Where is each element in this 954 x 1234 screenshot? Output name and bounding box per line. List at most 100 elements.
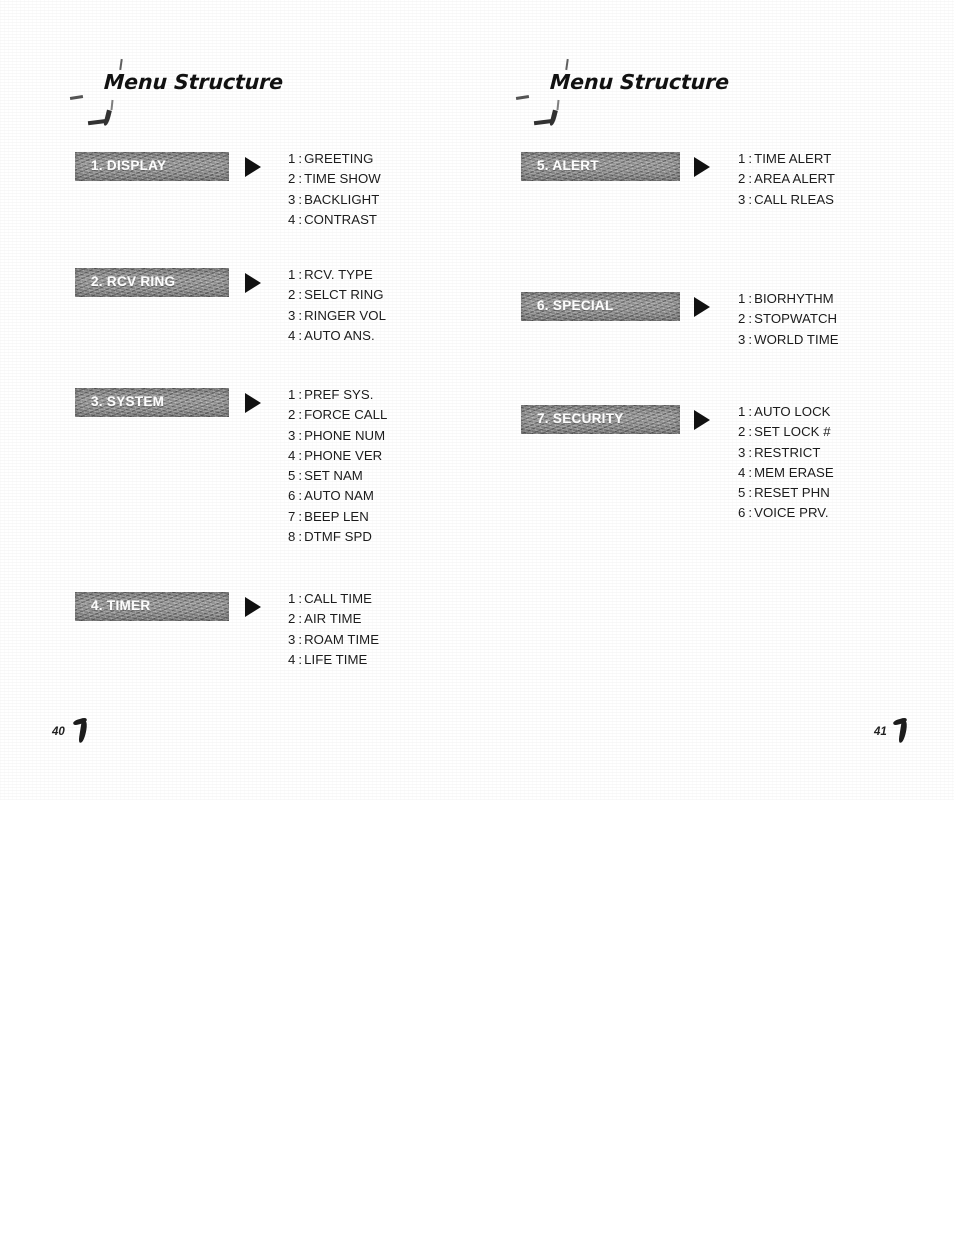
menu-item[interactable]: 1: RCV. TYPE <box>288 265 386 285</box>
menu-item[interactable]: 2: STOPWATCH <box>738 309 839 329</box>
menu-group-header-bar[interactable]: 4. TIMER <box>75 592 229 621</box>
menu-item-separator: : <box>748 151 753 166</box>
menu-item-separator: : <box>298 191 303 207</box>
scan-artifact-dash-icon <box>69 95 84 100</box>
menu-item-separator: : <box>298 211 303 227</box>
folio-ornament-icon <box>889 716 915 748</box>
menu-item[interactable]: 3: BACKLIGHT <box>288 190 381 210</box>
menu-item[interactable]: 3: RINGER VOL <box>288 306 386 326</box>
menu-item-separator: : <box>748 171 753 187</box>
menu-item-label: AREA ALERT <box>754 171 835 187</box>
menu-item-separator: : <box>298 611 303 627</box>
menu-item[interactable]: 3: RESTRICT <box>738 443 834 463</box>
menu-item-label: BEEP LEN <box>304 508 369 524</box>
menu-item[interactable]: 2: AREA ALERT <box>738 169 835 189</box>
menu-group-header-bar[interactable]: 3. SYSTEM <box>75 388 229 417</box>
menu-group-header-bar[interactable]: 2. RCV RING <box>75 268 229 297</box>
manual-page-left: Menu Structure 1. DISPLAY 1: GREETING 2:T… <box>46 0 486 800</box>
menu-item-label: SET LOCK # <box>754 424 831 440</box>
menu-item-label: FORCE CALL <box>304 407 388 423</box>
scan-artifact-dash-icon <box>515 95 530 100</box>
menu-item-list: 1: PREF SYS. 2: FORCE CALL 3: PHONE NUM 4:P… <box>288 385 387 547</box>
menu-group-label: 5. ALERT <box>537 158 599 173</box>
menu-group-header-bar[interactable]: 7. SECURITY <box>521 405 680 434</box>
menu-group-label: 2. RCV RING <box>91 274 176 289</box>
menu-item[interactable]: 6: VOICE PRV. <box>738 503 834 523</box>
menu-item[interactable]: 1: CALL TIME <box>288 589 379 609</box>
menu-item-label: STOPWATCH <box>754 311 838 327</box>
menu-item-separator: : <box>748 424 753 440</box>
menu-item[interactable]: 4: AUTO ANS. <box>288 326 386 346</box>
menu-item[interactable]: 3: CALL RLEAS <box>738 190 835 210</box>
menu-item[interactable]: 1: BIORHYTHM <box>738 289 839 309</box>
menu-item-separator: : <box>748 404 753 419</box>
menu-item[interactable]: 2: AIR TIME <box>288 609 379 629</box>
page-number-right: 41 <box>872 718 942 752</box>
scanned-manual-page: Menu Structure 1. DISPLAY 1: GREETING 2:T… <box>0 0 954 1234</box>
menu-item-list: 1: GREETING 2: TIME SHOW 3: BACKLIGHT 4: CON… <box>288 149 381 230</box>
menu-item[interactable]: 2: TIME SHOW <box>288 169 381 189</box>
menu-item-label: PHONE VER <box>304 447 383 463</box>
menu-item-label: VOICE PRV. <box>754 505 829 521</box>
menu-group-header-bar[interactable]: 6. SPECIAL <box>521 292 680 321</box>
menu-item[interactable]: 3: WORLD TIME <box>738 330 839 350</box>
menu-item[interactable]: 4: LIFE TIME <box>288 650 379 670</box>
scan-artifact-tick-icon <box>565 58 569 71</box>
menu-item-separator: : <box>298 387 303 402</box>
menu-item[interactable]: 5: RESET PHN <box>738 483 834 503</box>
menu-item-separator: : <box>748 311 753 327</box>
menu-item-label: PREF SYS. <box>304 387 374 402</box>
menu-item-label: CALL RLEAS <box>754 191 835 207</box>
menu-item[interactable]: 1: GREETING <box>288 149 381 169</box>
scan-artifact-tick-lower-icon <box>110 99 114 111</box>
menu-item[interactable]: 7: BEEP LEN <box>288 507 387 527</box>
menu-item[interactable]: 1: AUTO LOCK <box>738 402 834 422</box>
menu-item-label: AUTO LOCK <box>754 404 831 419</box>
right-triangle-icon <box>245 393 261 413</box>
scan-artifact-tick-icon <box>119 58 123 71</box>
menu-item-separator: : <box>298 591 303 606</box>
menu-item[interactable]: 4: CONTRAST <box>288 210 381 230</box>
menu-item[interactable]: 3: ROAM TIME <box>288 630 379 650</box>
menu-item[interactable]: 4: MEM ERASE <box>738 463 834 483</box>
menu-item[interactable]: 2: FORCE CALL <box>288 405 387 425</box>
menu-item-separator: : <box>748 505 753 521</box>
menu-item[interactable]: 4: PHONE VER <box>288 446 387 466</box>
menu-item-label: RESET PHN <box>754 485 830 501</box>
scan-artifact-hook-icon <box>88 116 118 125</box>
menu-item-label: PHONE NUM <box>304 427 386 443</box>
menu-item[interactable]: 1: TIME ALERT <box>738 149 835 169</box>
menu-item-label: WORLD TIME <box>754 331 839 347</box>
scan-artifact-hook-icon <box>534 116 564 125</box>
menu-item-separator: : <box>298 267 303 282</box>
menu-item-label: AIR TIME <box>304 611 362 627</box>
page-number: 40 <box>52 726 65 738</box>
menu-item-label: AUTO NAM <box>304 488 374 504</box>
menu-item[interactable]: 6: AUTO NAM <box>288 486 387 506</box>
menu-item-label: DTMF SPD <box>304 529 372 545</box>
menu-item-separator: : <box>298 151 303 166</box>
menu-item-separator: : <box>298 508 303 524</box>
menu-item-label: MEM ERASE <box>754 464 834 480</box>
menu-group-header-bar[interactable]: 5. ALERT <box>521 152 680 181</box>
menu-item[interactable]: 8: DTMF SPD <box>288 527 387 547</box>
right-triangle-icon <box>245 597 261 617</box>
menu-item-label: TIME ALERT <box>754 151 832 166</box>
menu-item-separator: : <box>298 327 303 343</box>
menu-item-separator: : <box>298 488 303 504</box>
menu-item[interactable]: 1: PREF SYS. <box>288 385 387 405</box>
menu-item-separator: : <box>298 171 303 187</box>
menu-item-list: 1: TIME ALERT 2: AREA ALERT 3: CALL RLEAS <box>738 149 835 210</box>
menu-item[interactable]: 5: SET NAM <box>288 466 387 486</box>
menu-item[interactable]: 3: PHONE NUM <box>288 426 387 446</box>
menu-item[interactable]: 2: SET LOCK # <box>738 422 834 442</box>
menu-group-label: 1. DISPLAY <box>91 158 167 173</box>
menu-item-separator: : <box>748 331 753 347</box>
menu-item-label: LIFE TIME <box>304 651 368 667</box>
menu-item-separator: : <box>298 307 303 323</box>
menu-group-header-bar[interactable]: 1. DISPLAY <box>75 152 229 181</box>
menu-item-label: RINGER VOL <box>304 307 386 323</box>
page-title: Menu Structure <box>549 70 730 94</box>
menu-item[interactable]: 2: SELCT RING <box>288 285 386 305</box>
menu-item-separator: : <box>748 444 753 460</box>
